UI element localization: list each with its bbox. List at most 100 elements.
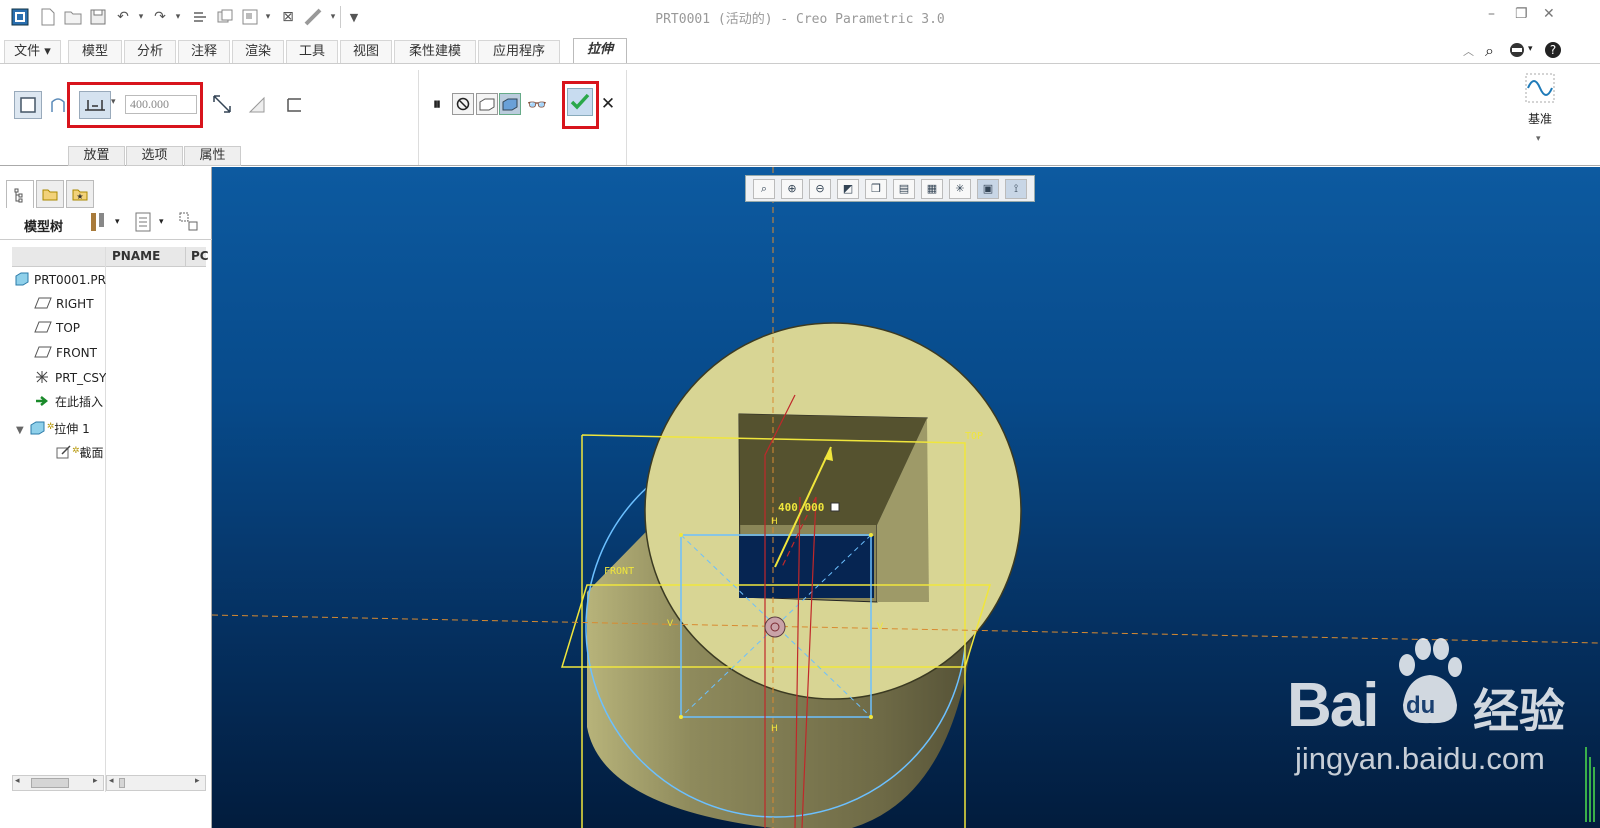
vertex-point (679, 715, 683, 719)
folder-browser-tab[interactable] (36, 180, 64, 208)
scroll-right-icon[interactable]: ▸ (93, 776, 98, 786)
tree-item-right[interactable]: RIGHT (34, 293, 106, 315)
help-icon[interactable]: ? (1544, 41, 1562, 63)
no-preview-button[interactable] (452, 93, 474, 115)
tree-item-section[interactable]: ✲截面 (56, 440, 106, 462)
datum-dropdown-icon[interactable]: ▾ (1536, 134, 1541, 144)
tree-item-csys[interactable]: PRT_CSY (34, 367, 106, 389)
graphics-toolbar: ⌕ ⊕ ⊖ ◩ ❒ ▤ ▦ ✳ ▣ ⟟ (745, 175, 1035, 202)
tab-render[interactable]: 渲染 (232, 40, 284, 64)
sketch-icon (56, 445, 71, 459)
remove-material-button[interactable] (245, 91, 269, 119)
datum-display-icon[interactable]: ✳ (949, 178, 971, 199)
restore-icon[interactable]: ❐ (1515, 6, 1528, 22)
origin-marker[interactable] (764, 616, 786, 638)
annotation-display-icon[interactable]: ▣ (977, 178, 999, 199)
tree-hscrollbar-right[interactable]: ◂ ▸ (106, 775, 206, 791)
scroll-thumb[interactable] (119, 778, 125, 788)
tree-label-front: FRONT (56, 346, 97, 360)
spin-center-icon[interactable]: ⟟ (1005, 178, 1027, 199)
refit-icon[interactable]: ⌕ (753, 178, 775, 199)
pause-icon[interactable]: ⏸ (427, 92, 447, 116)
tree-label-insert-here: 在此插入 (55, 395, 104, 409)
zoom-in-icon[interactable]: ⊕ (781, 178, 803, 199)
datum-icon[interactable] (1522, 70, 1558, 106)
tree-label-part: PRT0001.PR (34, 273, 106, 287)
favorites-icon: ★ (72, 189, 88, 201)
help-dropdown-icon[interactable]: ▾ (1528, 44, 1533, 54)
insert-arrow-icon (36, 396, 49, 406)
baidu-watermark: Bai du 经验 jingyan.baidu.com (1287, 635, 1592, 785)
tree-item-front[interactable]: FRONT (34, 342, 106, 364)
show-icon[interactable] (134, 211, 154, 233)
tree-column-header (12, 247, 206, 267)
cancel-icon[interactable]: ✕ (598, 92, 618, 116)
extrude-dashboard: ▾ 400.000 放置 选项 属性 ⏸ 👓 ✕ 基准 ▾ (0, 63, 1600, 166)
settings-dropdown-icon[interactable]: ▾ (115, 217, 120, 227)
minimize-ribbon-icon[interactable]: ︿ (1463, 43, 1474, 59)
minimize-icon[interactable]: – (1488, 6, 1495, 22)
tree-divider (0, 239, 212, 240)
geometry-preview-button[interactable] (476, 93, 498, 115)
options-tab[interactable]: 选项 (126, 146, 183, 166)
scroll-thumb[interactable] (31, 778, 69, 788)
extrude-icon (30, 421, 45, 435)
thicken-icon (287, 98, 301, 112)
zoom-out-icon[interactable]: ⊖ (809, 178, 831, 199)
scroll-left-icon[interactable]: ◂ (109, 776, 114, 786)
model-tree-tab[interactable] (6, 180, 34, 208)
tree-item-insert-here[interactable]: 在此插入 (34, 391, 106, 413)
datum-plane-icon (34, 297, 52, 309)
tree-label-csys: PRT_CSY (55, 371, 106, 385)
expand-arrow-icon[interactable]: ▼ (16, 425, 24, 436)
column-pc[interactable]: PC (191, 249, 209, 263)
vertex-point (869, 715, 873, 719)
placement-tab[interactable]: 放置 (68, 146, 125, 166)
repaint-icon[interactable]: ◩ (837, 178, 859, 199)
tab-flexible-modeling[interactable]: 柔性建模 (394, 40, 476, 64)
solid-extrude-button[interactable] (14, 91, 42, 119)
verify-mode-button[interactable] (499, 93, 521, 115)
flip-direction-button[interactable] (209, 89, 235, 119)
tree-item-part[interactable]: PRT0001.PR (14, 269, 106, 291)
show-dropdown-icon[interactable]: ▾ (159, 217, 164, 227)
scroll-left-icon[interactable]: ◂ (15, 776, 20, 786)
properties-tab[interactable]: 属性 (184, 146, 241, 166)
datum-plane-icon (34, 321, 52, 333)
drag-handle[interactable] (830, 502, 840, 512)
tab-annotate[interactable]: 注释 (178, 40, 230, 64)
datum-label[interactable]: 基准 (1522, 110, 1558, 127)
tab-applications[interactable]: 应用程序 (478, 40, 560, 64)
datum-plane-icon (34, 346, 52, 358)
tab-file[interactable]: 文件 ▾ (4, 40, 61, 64)
watermark-cn: 经验 (1473, 684, 1565, 738)
tree-label-section: 截面 (79, 446, 104, 460)
tab-analysis[interactable]: 分析 (124, 40, 176, 64)
display-style-icon[interactable]: ❒ (865, 178, 887, 199)
tab-tools[interactable]: 工具 (286, 40, 338, 64)
thicken-sketch-button[interactable] (282, 91, 306, 119)
constraint-v-right: V (877, 622, 884, 632)
tree-filters-icon[interactable] (178, 211, 200, 233)
extrude-depth-dimension[interactable]: 400.000 (778, 501, 824, 514)
search-icon[interactable]: ⌕ (1485, 41, 1494, 61)
column-pname[interactable]: PNAME (112, 249, 160, 263)
watermark-brand: Bai (1287, 671, 1379, 740)
graphics-viewport[interactable]: 400.000 TOP FRONT H H V V ⌕ ⊕ ⊖ ◩ ❒ ▤ ▦ … (212, 167, 1600, 828)
tab-model[interactable]: 模型 (68, 40, 122, 64)
tree-icon (14, 188, 23, 202)
scroll-right-icon[interactable]: ▸ (195, 776, 200, 786)
help-center-icon[interactable] (1508, 41, 1526, 63)
view-manager-icon[interactable]: ▦ (921, 178, 943, 199)
tree-hscrollbar-left[interactable]: ◂ ▸ (12, 775, 104, 791)
tree-label-extrude: 拉伸 1 (54, 422, 90, 436)
tree-item-extrude[interactable]: ▼ ✲拉伸 1 (16, 416, 106, 438)
tab-view[interactable]: 视图 (340, 40, 392, 64)
tab-extrude[interactable]: 拉伸 (573, 38, 627, 64)
settings-icon[interactable] (88, 211, 110, 233)
close-icon[interactable]: ✕ (1543, 6, 1555, 22)
glasses-icon[interactable]: 👓 (525, 93, 549, 115)
favorites-tab[interactable]: ★ (66, 180, 94, 208)
saved-orientations-icon[interactable]: ▤ (893, 178, 915, 199)
tree-item-top[interactable]: TOP (34, 317, 106, 339)
